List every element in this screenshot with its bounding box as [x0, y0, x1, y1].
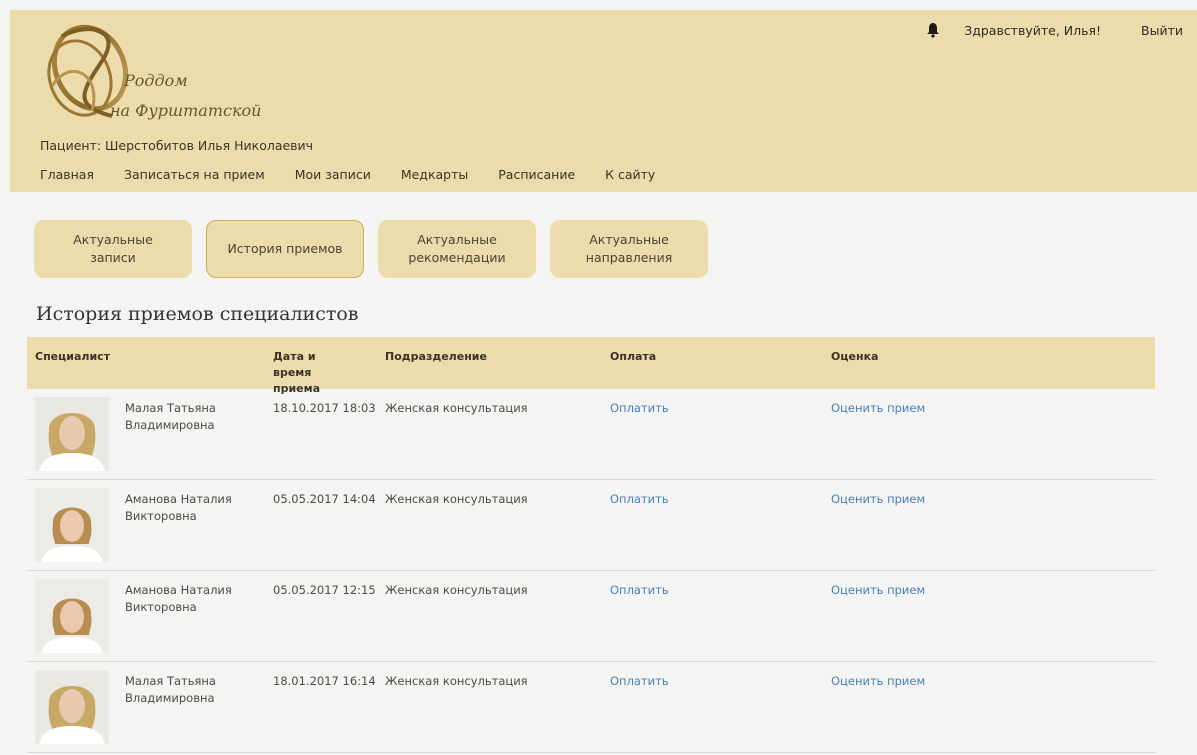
department: Женская консультация — [385, 674, 528, 688]
table-row: Малая Татьяна Владимировна 18.01.2017 16… — [27, 662, 1155, 753]
tab-current-appointments[interactable]: Актуальные записи — [34, 220, 192, 278]
nav-my-appointments[interactable]: Мои записи — [295, 167, 371, 182]
nav-medical-records[interactable]: Медкарты — [401, 167, 468, 182]
pay-link[interactable]: Оплатить — [610, 582, 669, 599]
logo-line-2: на Фурштатской — [110, 101, 261, 120]
tab-appointment-history[interactable]: История приемов — [206, 220, 364, 278]
rate-link[interactable]: Оценить прием — [831, 582, 925, 599]
table-header: Специалист Дата и время приема Подраздел… — [27, 337, 1155, 395]
pay-link[interactable]: Оплатить — [610, 400, 669, 417]
doctor-photo — [35, 670, 109, 744]
bell-icon[interactable] — [926, 22, 940, 38]
tab-current-referrals[interactable]: Актуальные направления — [550, 220, 708, 278]
department: Женская консультация — [385, 583, 528, 597]
pay-link[interactable]: Оплатить — [610, 491, 669, 508]
pay-link[interactable]: Оплатить — [610, 673, 669, 690]
department: Женская консультация — [385, 401, 528, 415]
logo-line-1: Роддом — [123, 71, 188, 90]
header-rating: Оценка — [831, 350, 879, 363]
rate-link[interactable]: Оценить прием — [831, 491, 925, 508]
tabs: Актуальные записи История приемов Актуал… — [34, 220, 722, 278]
specialist-name: Малая Татьяна Владимировна — [125, 674, 216, 705]
nav-schedule[interactable]: Расписание — [498, 167, 575, 182]
specialist-name: Аманова Наталия Викторовна — [125, 583, 232, 614]
page-title: История приемов специалистов — [36, 303, 359, 325]
appointment-datetime: 18.10.2017 18:03 — [273, 401, 376, 415]
nav-to-site[interactable]: К сайту — [605, 167, 655, 182]
specialist-name: Аманова Наталия Викторовна — [125, 492, 232, 523]
table-row: Аманова Наталия Викторовна 05.05.2017 12… — [27, 571, 1155, 662]
appointment-datetime: 05.05.2017 12:15 — [273, 583, 376, 597]
header-payment: Оплата — [610, 350, 657, 363]
history-table: Специалист Дата и время приема Подраздел… — [27, 337, 1155, 753]
specialist-name: Малая Татьяна Владимировна — [125, 401, 216, 432]
logo[interactable]: Роддом на Фурштатской — [32, 16, 292, 128]
greeting: Здравствуйте, Илья! — [964, 22, 1102, 38]
header-specialist: Специалист — [35, 350, 111, 363]
header: Роддом на Фурштатской Пациент: Шерстобит… — [10, 10, 1197, 192]
user-bar: Здравствуйте, Илья! Выйти — [926, 22, 1197, 38]
nav-book-appointment[interactable]: Записаться на прием — [124, 167, 265, 182]
department: Женская консультация — [385, 492, 528, 506]
tab-label: История приемов — [227, 240, 343, 256]
logout-link[interactable]: Выйти — [1141, 23, 1183, 38]
nav-home[interactable]: Главная — [40, 167, 94, 182]
appointment-datetime: 05.05.2017 14:04 — [273, 492, 376, 506]
table-row: Малая Татьяна Владимировна 18.10.2017 18… — [27, 389, 1155, 480]
patient-name: Пациент: Шерстобитов Илья Николаевич — [40, 138, 314, 153]
doctor-photo — [35, 579, 109, 653]
tab-current-recommendations[interactable]: Актуальные рекомендации — [378, 220, 536, 278]
appointment-datetime: 18.01.2017 16:14 — [273, 674, 376, 688]
tab-label: Актуальные записи — [73, 231, 153, 265]
tab-label: Актуальные направления — [585, 231, 673, 265]
table-row: Аманова Наталия Викторовна 05.05.2017 14… — [27, 480, 1155, 571]
header-department: Подразделение — [385, 350, 487, 363]
tab-label: Актуальные рекомендации — [408, 231, 506, 265]
doctor-photo — [35, 397, 109, 471]
main-nav: Главная Записаться на прием Мои записи М… — [40, 167, 685, 182]
doctor-photo — [35, 488, 109, 562]
rate-link[interactable]: Оценить прием — [831, 400, 925, 417]
rate-link[interactable]: Оценить прием — [831, 673, 925, 690]
